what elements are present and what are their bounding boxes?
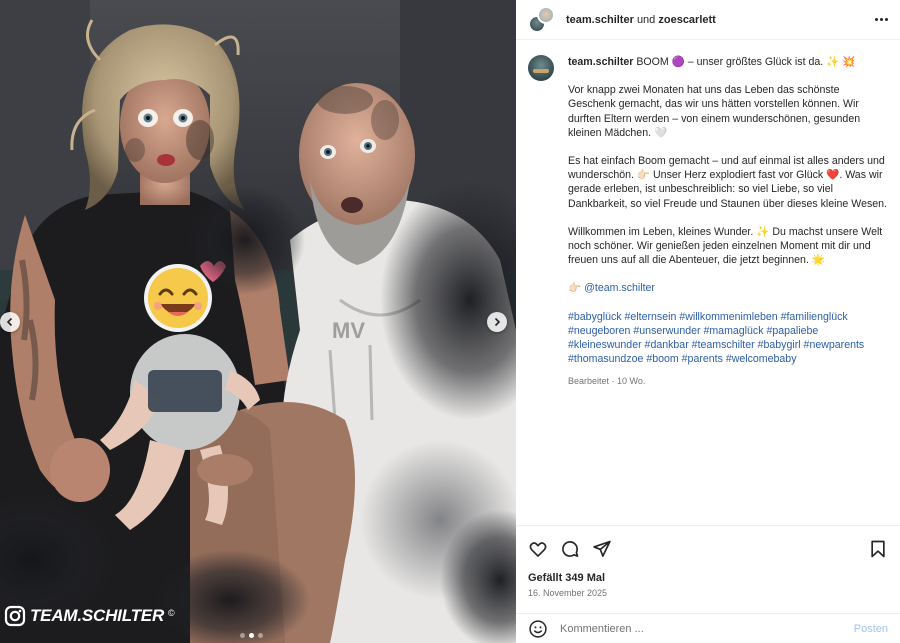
hashtags[interactable]: #babyglück #elternsein #willkommenimlebe…	[568, 310, 888, 367]
copyright-mark: ©	[168, 608, 175, 618]
comment-icon[interactable]	[560, 539, 580, 559]
previous-image-button[interactable]	[0, 312, 20, 332]
author-joiner: und	[636, 13, 656, 26]
bookmark-icon[interactable]	[868, 539, 888, 559]
post-photo: MV	[0, 0, 516, 643]
heart-icon[interactable]	[528, 539, 548, 559]
caption-paragraph: Vor knapp zwei Monaten hat uns das Leben…	[568, 84, 861, 139]
caption-username[interactable]: team.schilter	[568, 56, 633, 68]
caption-text: team.schilter BOOM 🟣 – unser größtes Glü…	[568, 55, 888, 389]
mention-link[interactable]: @team.schilter	[584, 282, 655, 294]
post-date: 16. November 2025	[528, 588, 608, 598]
caption-section: team.schilter BOOM 🟣 – unser größtes Glü…	[516, 41, 900, 524]
pointing-hand-icon: 👉🏻	[568, 282, 582, 295]
post-authors: team.schilter und zoescarlett	[566, 14, 716, 26]
like-count[interactable]: Gefällt 349 Mal	[528, 572, 888, 584]
instagram-logo-icon	[4, 605, 26, 627]
photo-watermark: TEAM.SCHILTER ©	[4, 605, 175, 627]
carousel-dot-active	[249, 633, 254, 638]
caption-meta: Bearbeitet · 10 Wo.	[568, 376, 646, 387]
caption-paragraph: Willkommen im Leben, kleines Wunder. ✨ D…	[568, 225, 883, 267]
author-link[interactable]: team.schilter	[566, 14, 634, 26]
collab-avatars[interactable]	[528, 5, 556, 34]
carousel-dot	[258, 633, 263, 638]
caption-paragraph: Es hat einfach Boom gemacht – und auf ei…	[568, 155, 887, 210]
post-side-panel: team.schilter und zoescarlett team.schil…	[516, 0, 900, 643]
chevron-right-icon	[494, 317, 501, 327]
post-comment-button[interactable]: Posten	[854, 623, 888, 635]
avatar[interactable]	[528, 55, 554, 81]
carousel-indicator	[240, 633, 263, 638]
comment-input[interactable]	[560, 622, 854, 635]
next-image-button[interactable]	[487, 312, 507, 332]
post-actions: Gefällt 349 Mal 16. November 2025	[516, 525, 900, 598]
author-link[interactable]: zoescarlett	[658, 14, 715, 26]
carousel-dot	[240, 633, 245, 638]
emoji-icon[interactable]	[528, 619, 548, 639]
avatar	[537, 5, 555, 24]
watermark-text: TEAM.SCHILTER	[30, 606, 165, 625]
svg-text:MV: MV	[332, 318, 365, 343]
share-icon[interactable]	[592, 539, 612, 559]
post-media[interactable]: MV TEAM.SCHILTER ©	[0, 0, 516, 643]
chevron-left-icon	[6, 317, 13, 327]
post-header: team.schilter und zoescarlett	[516, 0, 900, 40]
caption-headline: BOOM 🟣 – unser größtes Glück ist da. ✨ 💥	[636, 56, 856, 68]
more-options-icon[interactable]	[875, 18, 888, 21]
comment-bar: Posten	[516, 613, 900, 643]
